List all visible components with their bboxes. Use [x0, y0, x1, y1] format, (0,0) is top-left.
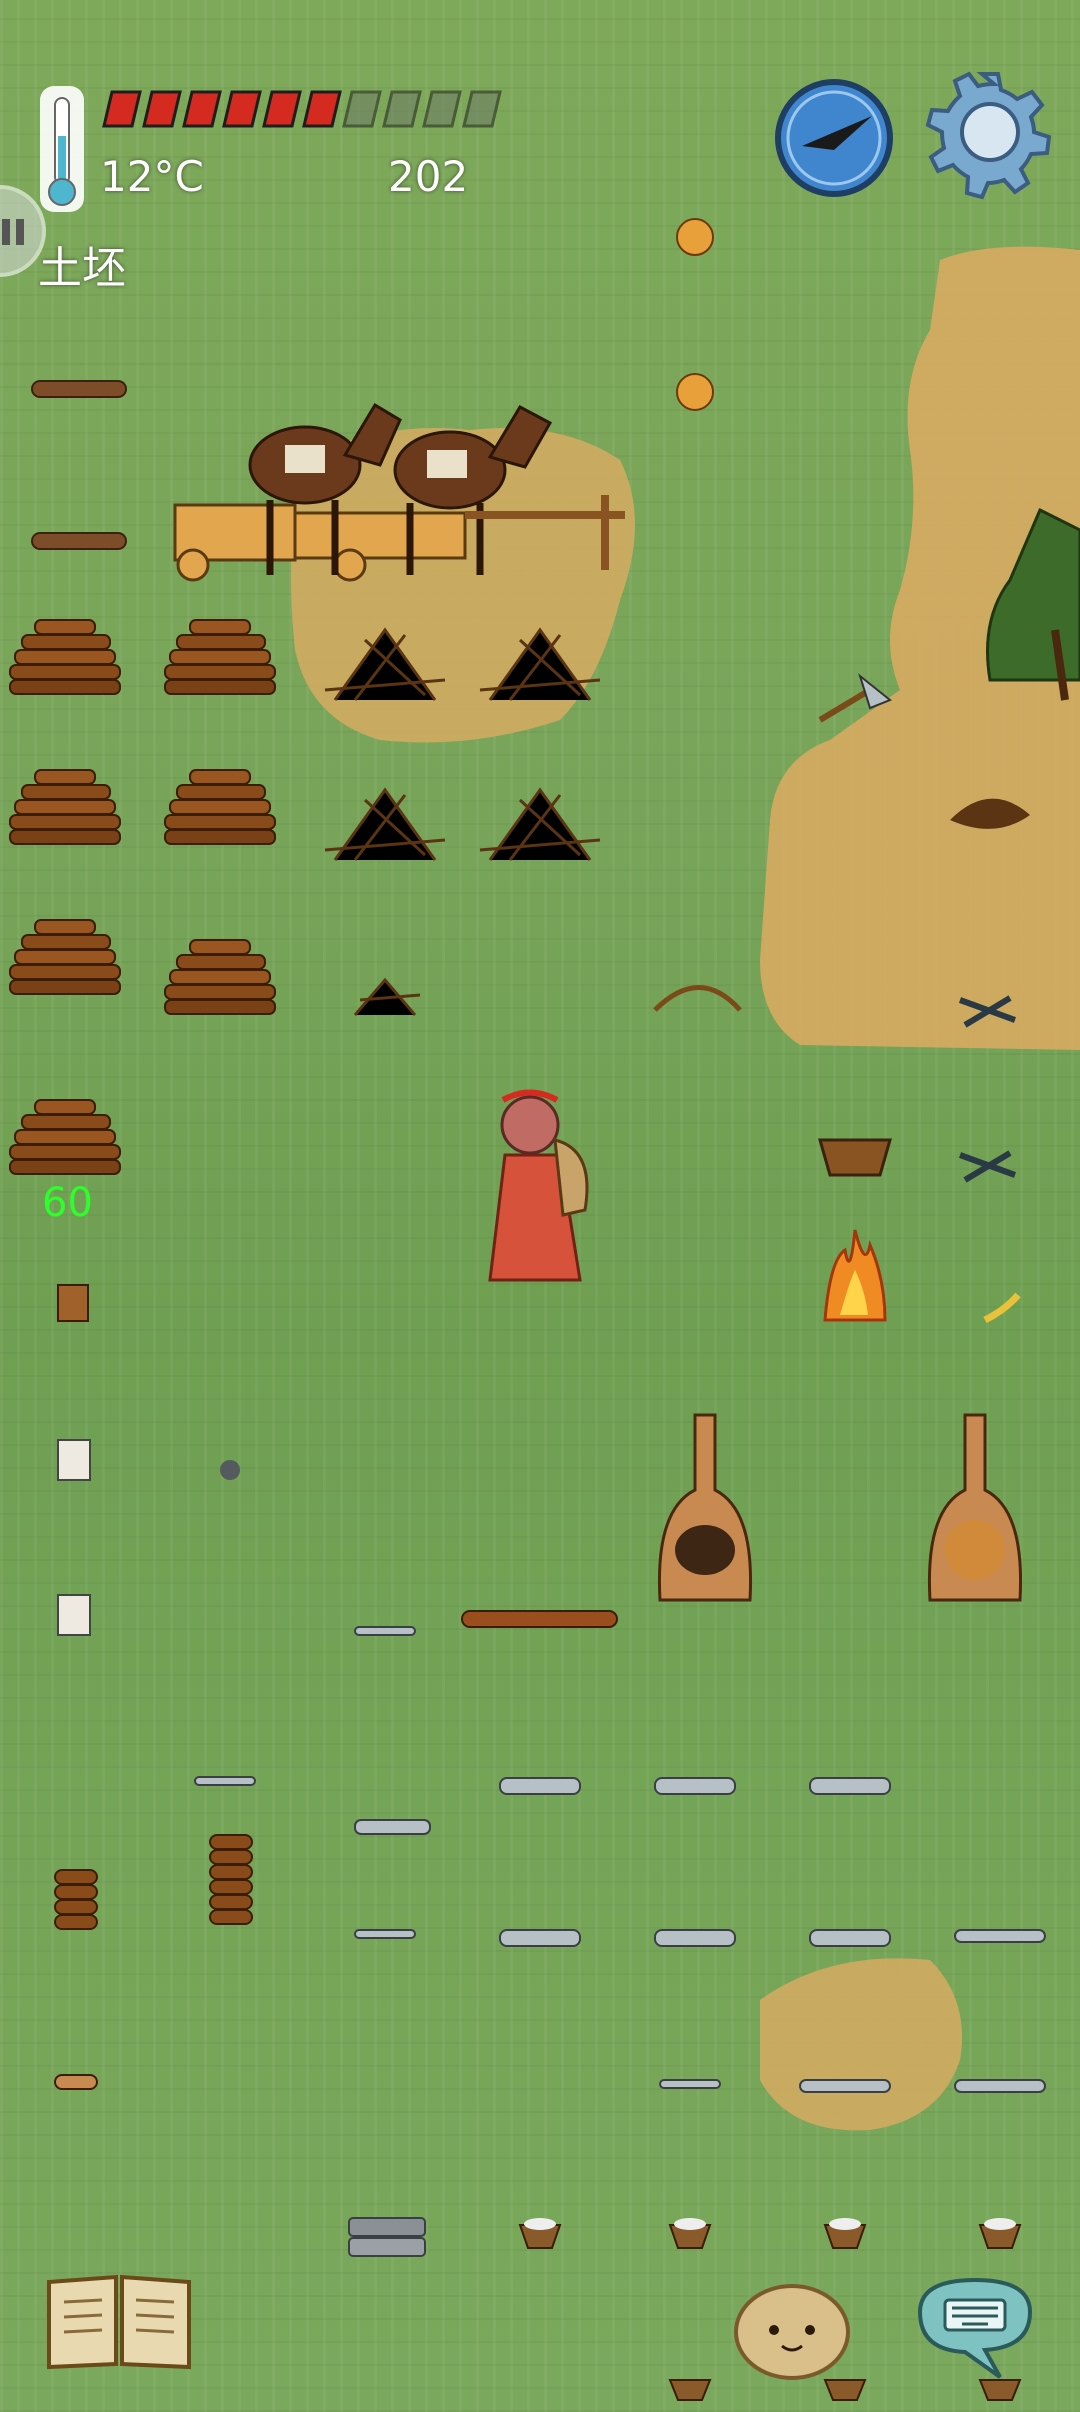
- food-pip-filled: [182, 90, 222, 128]
- food-pip-empty: [462, 90, 502, 128]
- food-pip-filled: [302, 90, 342, 128]
- gooseberry: [676, 373, 714, 411]
- game-world[interactable]: [0, 0, 1080, 2412]
- food-pip-filled: [222, 90, 262, 128]
- gear-icon[interactable]: [925, 70, 1052, 200]
- book-icon[interactable]: [44, 2272, 194, 2376]
- food-pip-empty: [342, 90, 382, 128]
- milkweed: [958, 1150, 1017, 1183]
- food-pip-filled: [262, 90, 302, 128]
- keyboard-chat-icon[interactable]: [910, 2272, 1040, 2396]
- banana: [983, 1292, 1021, 1324]
- food-pip-filled: [102, 90, 142, 128]
- bow: [653, 985, 742, 1012]
- compass-icon[interactable]: [772, 76, 896, 204]
- pause-icon[interactable]: [0, 183, 52, 287]
- temperature-readout: 12°C: [100, 152, 204, 201]
- food-pip-empty: [422, 90, 462, 128]
- face-emote-icon[interactable]: [732, 2280, 852, 2384]
- paper: [57, 1439, 91, 1481]
- rabbit-hole: [950, 798, 1030, 829]
- paper: [57, 1594, 91, 1636]
- food-pip-empty: [382, 90, 422, 128]
- score-counter: 202: [388, 152, 469, 201]
- food-meter: [102, 86, 524, 136]
- bucket: [57, 1284, 89, 1322]
- misc-items: [57, 218, 1030, 1636]
- axe: [818, 687, 872, 723]
- food-pip-filled: [142, 90, 182, 128]
- milkweed: [958, 995, 1017, 1028]
- floating-number: 60: [42, 1180, 93, 1226]
- stone: [220, 1460, 240, 1480]
- gooseberry: [676, 218, 714, 256]
